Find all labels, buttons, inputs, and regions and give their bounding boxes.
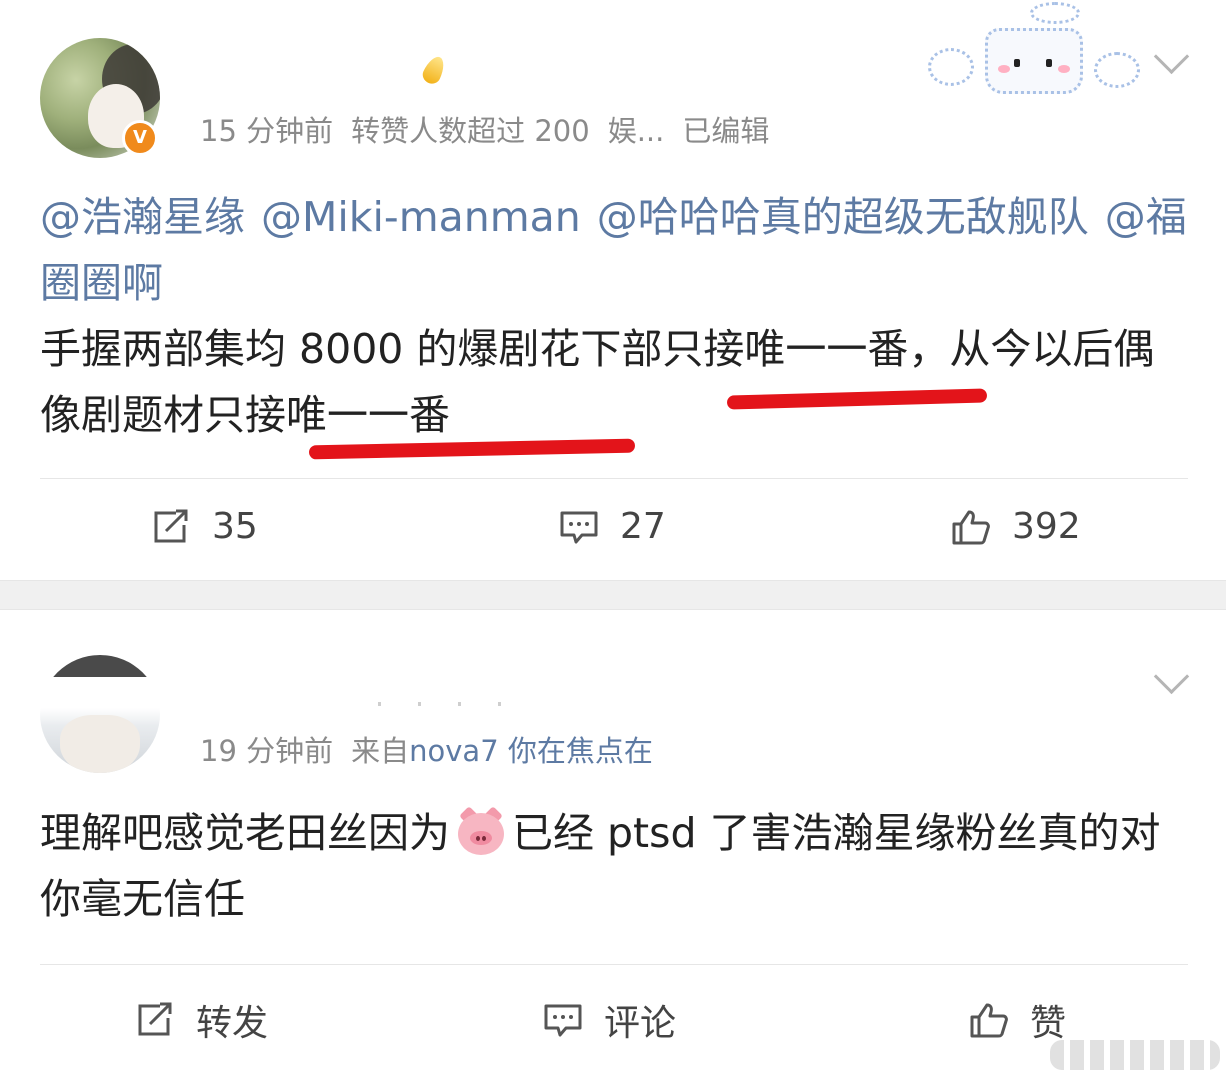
comment-icon (560, 511, 598, 543)
post-text: 理解吧感觉老田丝因为 已经 ptsd 了害浩瀚星缘粉丝真的对你毫无信任 (40, 800, 1190, 932)
post-text-part: 理解吧感觉老田丝因为 (40, 809, 450, 857)
post-tag: 转赞人数超过 200 (351, 114, 590, 148)
halo-icon (1030, 2, 1080, 24)
divider (40, 964, 1188, 965)
feed-separator (0, 580, 1226, 610)
edited-label: 已编辑 (682, 114, 770, 148)
comment-icon (544, 1004, 582, 1037)
post-meta: 15 分钟前 转赞人数超过 200 娱... 已编辑 (200, 108, 769, 150)
cloud-icon (928, 48, 974, 86)
post-time: 15 分钟前 (200, 114, 334, 148)
divider (40, 478, 1188, 479)
post-meta: 19 分钟前 来自nova7 你在焦点在 (200, 728, 653, 770)
post-time: 19 分钟前 (200, 734, 334, 768)
repost-icon (154, 509, 188, 542)
source-device-link[interactable]: nova7 你在焦点在 (409, 734, 653, 768)
username-redacted (378, 702, 518, 706)
repost-label: 转发 (196, 1003, 269, 1044)
comment-count: 27 (620, 506, 666, 547)
repost-button[interactable]: 转发 (136, 994, 268, 1046)
mention-link[interactable]: @浩瀚星缘 (40, 193, 245, 241)
mentions-line: @浩瀚星缘 @Miki-manman @哈哈哈真的超级无敌舰队 @福圈圈啊 (40, 184, 1190, 316)
mention-link[interactable]: @哈哈哈真的超级无敌舰队 (597, 193, 1089, 241)
watermark (1050, 1040, 1220, 1070)
like-icon (970, 1003, 1008, 1038)
repost-count: 35 (212, 506, 258, 547)
comment-label: 评论 (604, 1003, 677, 1044)
post-text: 手握两部集均 8000 的爆剧花下部只接唯一一番，从今以后偶像剧题材只接唯一一番 (40, 325, 1155, 439)
like-count: 392 (1012, 506, 1081, 547)
repost-button[interactable]: 35 (152, 506, 258, 547)
mention-link[interactable]: @Miki-manman (261, 193, 581, 241)
cloud-icon (1094, 52, 1140, 88)
like-icon (952, 510, 990, 544)
post-category[interactable]: 娱... (608, 114, 665, 148)
verified-badge-icon: V (122, 120, 158, 156)
comment-button[interactable]: 27 (560, 506, 666, 547)
like-button[interactable]: 392 (952, 506, 1081, 547)
like-label: 赞 (1030, 1003, 1067, 1044)
avatar[interactable] (40, 655, 160, 773)
cat-sticker-icon (985, 28, 1083, 94)
repost-icon (138, 1002, 172, 1036)
source-prefix: 来自 (351, 734, 410, 768)
comment-button[interactable]: 评论 (544, 994, 676, 1046)
pig-face-icon (456, 806, 506, 855)
like-button[interactable]: 赞 (970, 994, 1066, 1046)
